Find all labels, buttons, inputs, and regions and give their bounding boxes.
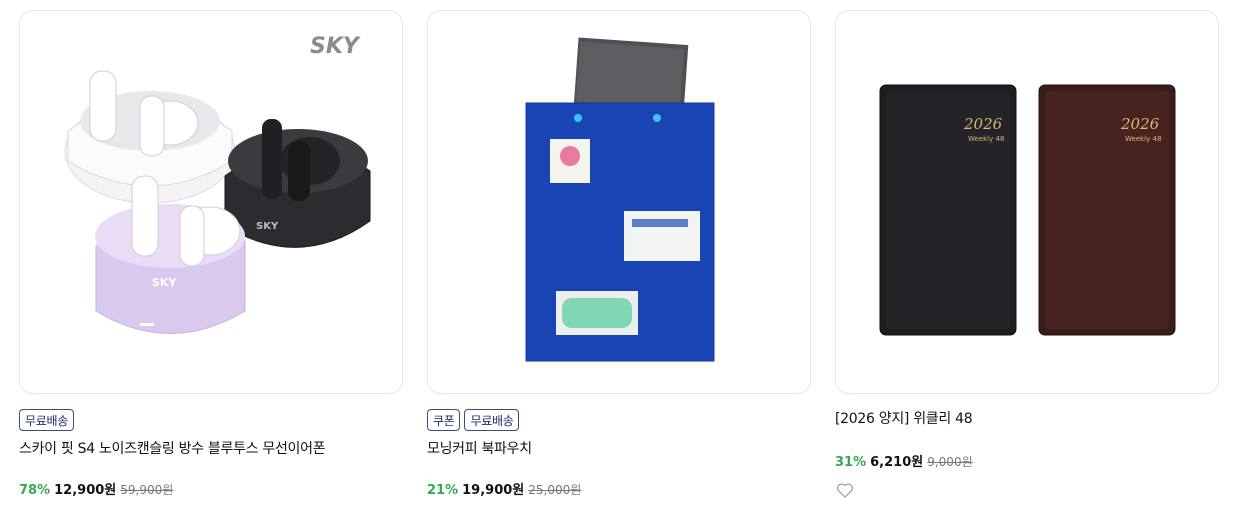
product-title[interactable]: [2026 양지] 위클리 48 <box>835 409 1219 429</box>
planner-sub: Weekly 48 <box>1125 135 1161 143</box>
free-shipping-badge: 무료배송 <box>464 409 520 431</box>
sale-price: 19,900원 <box>462 483 525 498</box>
svg-text:SKY: SKY <box>256 221 279 232</box>
original-price: 25,000원 <box>528 483 582 497</box>
discount-rate: 31% <box>835 455 867 470</box>
discount-rate: 21% <box>427 483 459 498</box>
product-grid: SKY SKY SKY 무료배송 스카이 핏 S4 노이즈캔슬링 방수 블루투스… <box>0 0 1233 508</box>
svg-text:SKY: SKY <box>152 276 177 289</box>
book-pouch-illustration <box>525 37 715 362</box>
planner-year: 2026 <box>963 115 1003 133</box>
original-price: 9,000원 <box>927 455 973 469</box>
badge-list: 무료배송 <box>19 409 403 432</box>
sale-price: 6,210원 <box>870 455 924 470</box>
heart-outline-icon[interactable] <box>835 480 855 500</box>
product-image-planners[interactable]: 2026 Weekly 48 2026 Weekly 48 <box>835 10 1219 394</box>
price-row: 31% 6,210원 9,000원 <box>835 451 1219 470</box>
coupon-badge: 쿠폰 <box>427 409 461 431</box>
free-shipping-badge: 무료배송 <box>19 409 74 431</box>
planner-year: 2026 <box>1120 115 1160 133</box>
product-title[interactable]: 스카이 핏 S4 노이즈캔슬링 방수 블루투스 무선이어폰 <box>19 439 403 459</box>
product-card[interactable]: SKY SKY SKY 무료배송 스카이 핏 S4 노이즈캔슬링 방수 블루투스… <box>19 10 403 498</box>
price-row: 21% 19,900원 25,000원 <box>427 479 811 498</box>
price-row: 78% 12,900원 59,900원 <box>19 479 403 498</box>
product-card[interactable]: 2026 Weekly 48 2026 Weekly 48 [2026 양지] … <box>835 10 1219 500</box>
brand-logo: SKY <box>310 34 361 59</box>
earbuds-illustration: SKY SKY SKY <box>64 34 371 334</box>
original-price: 59,900원 <box>120 483 174 497</box>
sale-price: 12,900원 <box>54 483 117 498</box>
product-image-book-pouch[interactable] <box>427 10 811 394</box>
product-card[interactable]: 쿠폰 무료배송 모닝커피 북파우치 21% 19,900원 25,000원 <box>427 10 811 498</box>
product-title[interactable]: 모닝커피 북파우치 <box>427 439 811 459</box>
badge-list: 쿠폰 무료배송 <box>427 409 811 432</box>
planners-illustration: 2026 Weekly 48 2026 Weekly 48 <box>879 84 1176 336</box>
discount-rate: 78% <box>19 483 51 498</box>
product-image-earbuds[interactable]: SKY SKY SKY <box>19 10 403 394</box>
planner-sub: Weekly 48 <box>968 135 1004 143</box>
